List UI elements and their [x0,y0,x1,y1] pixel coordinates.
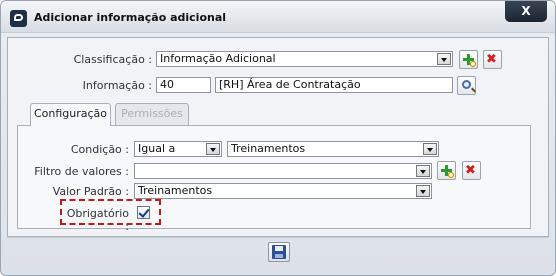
obrigatorio-checkbox[interactable] [137,206,150,219]
chevron-down-icon[interactable] [416,185,430,197]
dialog-window: Adicionar informação adicional X Classif… [0,0,556,276]
app-chat-icon [10,10,27,27]
search-informacao-button[interactable] [457,76,476,95]
valor-padrao-select[interactable]: Treinamentos [134,183,432,199]
tab-configuracao[interactable]: Configuração [30,103,111,126]
informacao-label: Informação : [82,79,152,92]
remove-classificacao-button[interactable]: ✖ [483,50,502,69]
title-bar: Adicionar informação adicional X [1,1,555,33]
informacao-description-input[interactable]: [RH] Área de Contratação [215,77,453,93]
delete-x-icon: ✖ [486,52,497,67]
add-classificacao-button[interactable] [459,50,478,69]
floppy-disk-icon [272,245,286,259]
chevron-down-icon[interactable] [437,53,451,65]
chevron-down-icon[interactable] [206,143,220,155]
chevron-down-icon[interactable] [416,165,430,177]
magnifier-badge-icon [470,61,476,67]
condicao-label: Condição : [70,143,129,156]
magnifier-badge-icon [448,172,454,178]
valor-padrao-label: Valor Padrão : [52,185,129,198]
close-button[interactable]: X [505,1,547,22]
condicao-value-text: Treinamentos [231,142,306,155]
delete-x-icon: ✖ [465,163,476,178]
add-filtro-button[interactable] [437,161,456,180]
classificacao-value: Informação Adicional [160,52,276,65]
obrigatorio-label: Obrigatório : [66,207,129,233]
classificacao-label: Classificação : [73,53,152,66]
search-icon [462,80,471,89]
chevron-down-icon[interactable] [423,143,437,155]
valor-padrao-value-text: Treinamentos [138,184,213,197]
condicao-operator-value: Igual a [138,142,176,155]
filtro-label: Filtro de valores : [34,165,129,178]
save-button[interactable] [268,242,290,262]
footer-divider [7,237,549,238]
tab-permissoes[interactable]: Permissões [115,103,189,125]
filtro-valores-select[interactable] [134,163,432,179]
informacao-code-input[interactable]: 40 [156,77,211,93]
remove-filtro-button[interactable]: ✖ [462,161,481,180]
dialog-title: Adicionar informação adicional [34,11,227,24]
classificacao-select[interactable]: Informação Adicional [156,51,453,67]
condicao-operator-select[interactable]: Igual a [134,141,222,157]
informacao-description-value: [RH] Área de Contratação [219,78,361,91]
condicao-value-select[interactable]: Treinamentos [227,141,439,157]
informacao-code-value: 40 [160,78,174,91]
